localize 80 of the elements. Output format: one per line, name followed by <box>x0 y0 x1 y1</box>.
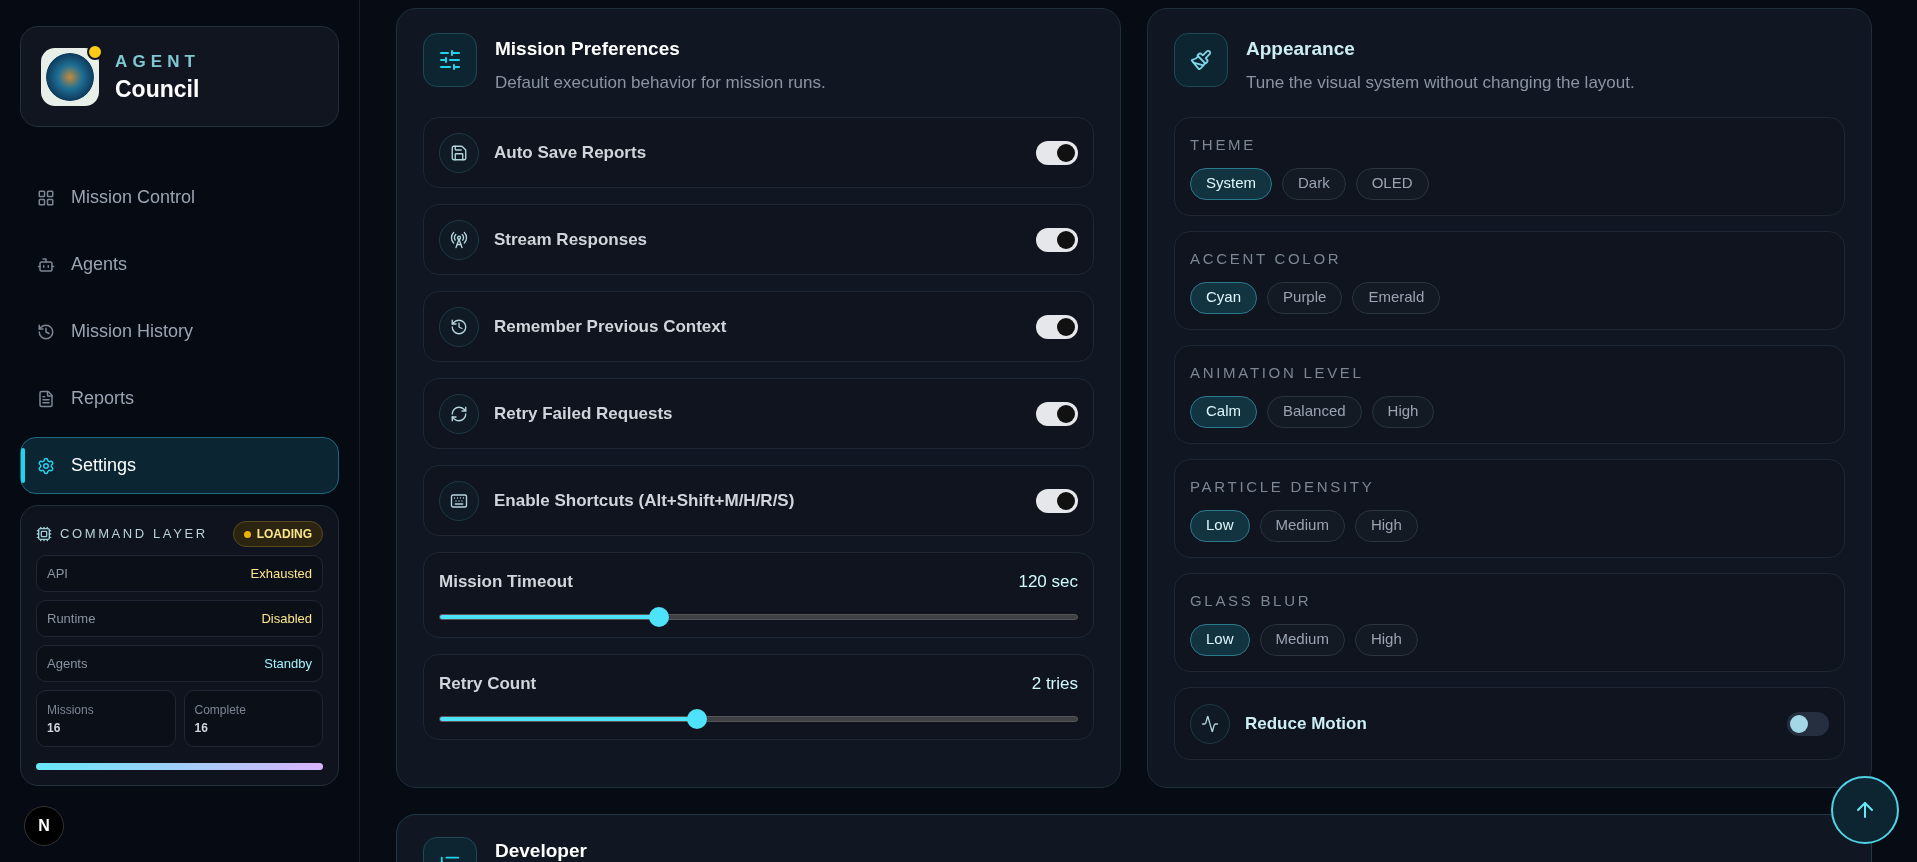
logo-icon <box>41 47 99 106</box>
toggle-label: Enable Shortcuts (Alt+Shift+M/H/R/S) <box>494 489 796 512</box>
setting-icon <box>439 480 479 521</box>
nav-item[interactable]: Agents <box>20 236 339 293</box>
command-layer-title: COMMAND LAYER <box>60 525 208 544</box>
toggle-label: Stream Responses <box>494 228 649 251</box>
nav-item[interactable]: Reports <box>20 370 339 427</box>
status-value: Exhausted <box>250 564 312 583</box>
option-chip[interactable]: High <box>1371 395 1435 428</box>
panel-title: Appearance <box>1246 37 1356 61</box>
group-label: ACCENT COLOR <box>1190 249 1343 269</box>
option-chip[interactable]: Dark <box>1282 167 1346 200</box>
dev-badge[interactable]: N <box>24 806 64 846</box>
slider[interactable] <box>439 708 1078 729</box>
toggle-switch[interactable] <box>1036 227 1078 252</box>
slider-thumb[interactable] <box>686 708 707 729</box>
slider-label: Mission Timeout <box>439 571 573 593</box>
option-chip[interactable]: System <box>1190 167 1272 200</box>
group-label: ANIMATION LEVEL <box>1190 363 1365 383</box>
nav-item[interactable]: Mission Control <box>20 169 339 226</box>
pulse-icon <box>1190 703 1230 744</box>
status-value: Disabled <box>261 609 312 628</box>
setting-icon <box>439 219 479 260</box>
option-chip[interactable]: Cyan <box>1190 281 1258 314</box>
nav-item[interactable]: Mission History <box>20 303 339 360</box>
toggle-label: Remember Previous Context <box>494 315 728 338</box>
nav-icon <box>37 188 55 207</box>
option-chip[interactable]: High <box>1354 623 1418 656</box>
nav-icon <box>37 389 55 408</box>
slider-thumb[interactable] <box>649 606 670 627</box>
status-label: API <box>47 564 68 583</box>
option-chip[interactable]: Medium <box>1259 623 1345 656</box>
setting-icon <box>439 132 479 173</box>
status-label: Agents <box>47 654 88 673</box>
slider-reading: 120 sec <box>1018 571 1078 593</box>
paintbrush-icon <box>1174 33 1228 87</box>
brand-overline: AGENT <box>115 51 200 74</box>
panel-title: Developer <box>495 839 587 862</box>
nav-item[interactable]: Settings <box>20 437 339 494</box>
toggle-switch[interactable] <box>1036 314 1078 339</box>
group-label: THEME <box>1190 135 1257 155</box>
setting-icon <box>439 393 479 434</box>
toggle-switch[interactable] <box>1787 711 1829 736</box>
brand-name: Council <box>115 74 200 104</box>
option-chip[interactable]: Emerald <box>1352 281 1441 314</box>
panel-title: Mission Preferences <box>495 37 681 61</box>
slider[interactable] <box>439 606 1078 627</box>
option-chip[interactable]: Calm <box>1190 395 1257 428</box>
option-chip[interactable]: Balanced <box>1267 395 1362 428</box>
setting-icon <box>439 306 479 347</box>
nav-icon <box>37 255 55 274</box>
group-label: GLASS BLUR <box>1190 591 1313 611</box>
nav-icon <box>37 322 55 341</box>
sliders-icon <box>423 33 477 87</box>
option-chip[interactable]: Low <box>1190 509 1250 542</box>
toggle-switch[interactable] <box>1036 488 1078 513</box>
toggle-label: Reduce Motion <box>1245 712 1368 735</box>
group-label: PARTICLE DENSITY <box>1190 477 1376 497</box>
option-chip[interactable]: Purple <box>1267 281 1343 314</box>
stat-value: 16 <box>47 719 62 737</box>
option-chip[interactable]: OLED <box>1355 167 1429 200</box>
status-text: LOADING <box>256 526 312 543</box>
slider-label: Retry Count <box>439 673 537 695</box>
toggle-label: Retry Failed Requests <box>494 402 674 425</box>
toggle-label: Auto Save Reports <box>494 141 648 164</box>
option-chip[interactable]: High <box>1354 509 1418 542</box>
toggle-switch[interactable] <box>1036 140 1078 165</box>
status-value: Standby <box>264 654 312 673</box>
toggle-switch[interactable] <box>1036 401 1078 426</box>
stat-value: 16 <box>194 719 209 737</box>
chip-icon <box>36 526 52 542</box>
nav-icon <box>37 456 55 475</box>
option-chip[interactable]: Medium <box>1259 509 1345 542</box>
slider-reading: 2 tries <box>1031 673 1078 695</box>
option-chip[interactable]: Low <box>1190 623 1250 656</box>
panel-subtitle: Default execution behavior for mission runs. <box>495 71 826 94</box>
panel-subtitle: Tune the visual system without changing the layout. <box>1246 71 1635 94</box>
stat-label: Complete <box>194 701 247 719</box>
stat-label: Missions <box>47 701 95 719</box>
status-label: Runtime <box>47 609 96 628</box>
